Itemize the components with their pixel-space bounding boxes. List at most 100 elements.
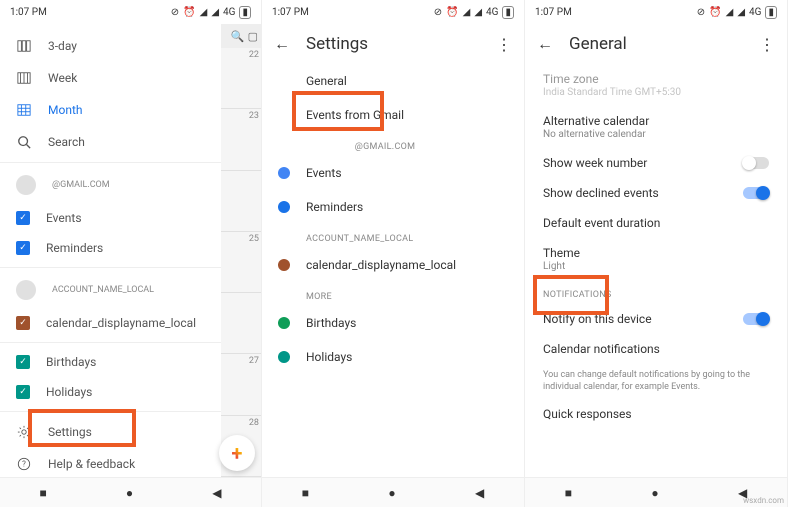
fab-add[interactable]: +	[219, 435, 255, 471]
watermark: wsxdn.com	[743, 496, 784, 505]
section-local-header: ACCOUNT_NAME_LOCAL	[262, 224, 524, 248]
help-row[interactable]: ? Help & feedback	[0, 448, 221, 477]
theme-label: Theme	[543, 246, 769, 260]
alarm-icon: ⏰	[446, 7, 458, 18]
view-month-label: Month	[48, 103, 82, 117]
status-icons: ⊘ ⏰ ◢ ◢ 4G ▮	[171, 6, 251, 19]
setting-duration[interactable]: Default event duration	[525, 208, 787, 238]
view-month[interactable]: Month	[0, 94, 221, 126]
search-mini-icon[interactable]: 🔍	[231, 30, 245, 43]
holidays-toggle[interactable]: ✓ Holidays	[0, 377, 221, 407]
alarm-icon: ⏰	[709, 7, 721, 18]
settings-reminders[interactable]: Reminders	[262, 190, 524, 224]
plus-icon: +	[232, 441, 243, 465]
theme-value: Light	[543, 261, 769, 272]
signal-icon: ◢	[463, 7, 471, 18]
toggle-on[interactable]	[743, 187, 769, 199]
avatar-icon	[16, 280, 36, 300]
nav-back[interactable]: ◀	[212, 486, 221, 500]
android-nav-bar: ■ ● ◀	[0, 477, 261, 507]
signal-icon-2: ◢	[737, 7, 745, 18]
search-row[interactable]: Search	[0, 126, 221, 158]
settings-row[interactable]: Settings	[0, 416, 221, 448]
cal-day[interactable]	[221, 293, 261, 354]
signal-icon-2: ◢	[211, 7, 219, 18]
app-bar-title: General	[569, 34, 743, 54]
cal-day[interactable]: 22	[221, 48, 261, 109]
dnd-icon: ⊘	[171, 7, 179, 18]
nav-recent[interactable]: ■	[302, 486, 309, 500]
nav-back[interactable]: ◀	[475, 486, 484, 500]
back-button[interactable]: ←	[537, 34, 553, 54]
nav-recent[interactable]: ■	[40, 486, 47, 500]
cal-day[interactable]: 25	[221, 232, 261, 293]
toggle-off[interactable]	[743, 157, 769, 169]
status-bar: 1:07 PM ⊘ ⏰ ◢ ◢ 4G ▮	[0, 0, 261, 24]
today-mini-icon[interactable]: ▢	[248, 30, 258, 43]
setting-week-number[interactable]: Show week number	[525, 148, 787, 178]
setting-quick-responses[interactable]: Quick responses	[525, 399, 787, 429]
nav-home[interactable]: ●	[126, 486, 133, 500]
view-3day[interactable]: 3-day	[0, 30, 221, 62]
toggle-on[interactable]	[743, 313, 769, 325]
nav-home[interactable]: ●	[651, 486, 658, 500]
screen-general-settings: 1:07 PM ⊘ ⏰ ◢ ◢ 4G ▮ ← General ⋮ Time zo…	[525, 0, 788, 507]
account-row-1[interactable]: @GMAIL.COM	[0, 167, 221, 203]
events-gmail-label: Events from Gmail	[306, 108, 404, 122]
reminders-toggle[interactable]: ✓ Reminders	[0, 233, 221, 263]
view-week[interactable]: Week	[0, 62, 221, 94]
svg-text:?: ?	[22, 460, 26, 469]
setting-timezone[interactable]: Time zone India Standard Time GMT+5:30	[525, 64, 787, 106]
back-button[interactable]: ←	[274, 34, 290, 54]
account-email: @GMAIL.COM	[52, 180, 110, 190]
settings-events[interactable]: Events	[262, 156, 524, 190]
dnd-icon: ⊘	[697, 7, 705, 18]
account-row-2[interactable]: ACCOUNT_NAME_LOCAL	[0, 272, 221, 308]
app-bar-title: Settings	[306, 34, 480, 54]
overflow-menu[interactable]: ⋮	[759, 35, 775, 54]
settings-holidays[interactable]: Holidays	[262, 340, 524, 374]
cal-local-label: calendar_displayname_local	[46, 316, 196, 330]
settings-events-gmail[interactable]: Events from Gmail	[262, 98, 524, 132]
setting-declined-events[interactable]: Show declined events	[525, 178, 787, 208]
3day-icon	[16, 38, 32, 54]
nav-recent[interactable]: ■	[565, 486, 572, 500]
signal-icon: ◢	[726, 7, 734, 18]
settings-content: General Events from Gmail @GMAIL.COM Eve…	[262, 64, 524, 477]
account-local-label: ACCOUNT_NAME_LOCAL	[52, 285, 154, 295]
section-more-header: MORE	[262, 282, 524, 306]
cal-day[interactable]: 27	[221, 354, 261, 415]
settings-birthdays[interactable]: Birthdays	[262, 306, 524, 340]
screen-settings-list: 1:07 PM ⊘ ⏰ ◢ ◢ 4G ▮ ← Settings ⋮ Genera…	[262, 0, 525, 507]
dot-icon	[278, 259, 290, 271]
settings-general[interactable]: General	[262, 64, 524, 98]
cal-day[interactable]	[221, 171, 261, 232]
timezone-value: India Standard Time GMT+5:30	[543, 87, 769, 98]
birthdays-toggle[interactable]: ✓ Birthdays	[0, 347, 221, 377]
notifications-note: You can change default notifications by …	[525, 364, 787, 399]
overflow-menu[interactable]: ⋮	[496, 35, 512, 54]
setting-notify-device[interactable]: Notify on this device	[525, 304, 787, 334]
altcal-label: Alternative calendar	[543, 114, 769, 128]
setting-cal-notifications[interactable]: Calendar notifications	[525, 334, 787, 364]
view-3day-label: 3-day	[48, 39, 77, 53]
declined-label: Show declined events	[543, 186, 743, 200]
checkbox-icon: ✓	[16, 241, 30, 255]
nav-home[interactable]: ●	[388, 486, 395, 500]
status-bar: 1:07 PM ⊘ ⏰ ◢ ◢ 4G ▮	[262, 0, 524, 24]
help-label: Help & feedback	[48, 457, 135, 471]
cal-day[interactable]: 23	[221, 109, 261, 170]
screen-calendar-drawer: 1:07 PM ⊘ ⏰ ◢ ◢ 4G ▮ 3-day Week Month Se…	[0, 0, 262, 507]
holidays-label: Holidays	[46, 385, 92, 399]
battery-icon: ▮	[239, 6, 251, 19]
events-toggle[interactable]: ✓ Events	[0, 203, 221, 233]
checkbox-icon: ✓	[16, 355, 30, 369]
birthdays-label: Birthdays	[46, 355, 96, 369]
setting-alt-calendar[interactable]: Alternative calendar No alternative cale…	[525, 106, 787, 148]
dot-icon	[278, 351, 290, 363]
settings-cal-local[interactable]: calendar_displayname_local	[262, 248, 524, 282]
gear-icon	[16, 424, 32, 440]
general-content: Time zone India Standard Time GMT+5:30 A…	[525, 64, 787, 477]
cal-local-toggle[interactable]: ✓ calendar_displayname_local	[0, 308, 221, 338]
setting-theme[interactable]: Theme Light	[525, 238, 787, 280]
